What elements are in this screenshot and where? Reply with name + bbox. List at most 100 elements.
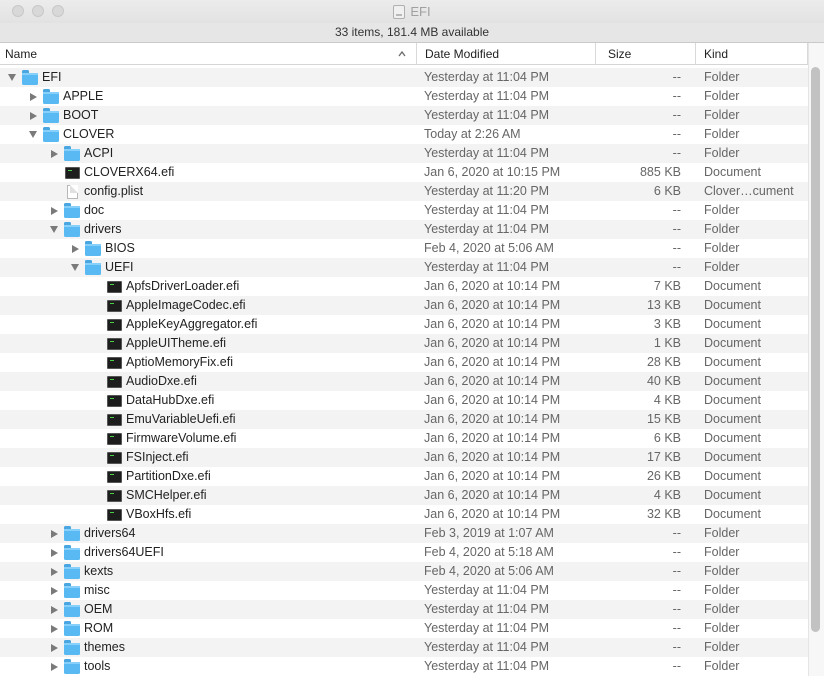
file-name: UEFI: [105, 260, 134, 274]
file-kind: Folder: [704, 583, 740, 597]
date-modified: Yesterday at 11:04 PM: [424, 203, 550, 217]
date-modified: Yesterday at 11:04 PM: [424, 89, 550, 103]
disclosure-collapsed-icon[interactable]: [48, 638, 60, 657]
disclosure-collapsed-icon[interactable]: [48, 619, 60, 638]
disclosure-expanded-icon[interactable]: [69, 258, 81, 277]
file-row[interactable]: CLOVER Today at 2:26 AM -- Folder: [0, 125, 808, 144]
file-row[interactable]: AppleKeyAggregator.efi Jan 6, 2020 at 10:…: [0, 315, 808, 334]
file-kind: Document: [704, 336, 761, 350]
zoom-window-button[interactable]: [52, 5, 64, 17]
column-header-date[interactable]: Date Modified: [417, 43, 596, 65]
file-row[interactable]: SMCHelper.efi Jan 6, 2020 at 10:14 PM 4 KB…: [0, 486, 808, 505]
disclosure-collapsed-icon[interactable]: [48, 144, 60, 163]
executable-file-icon: [106, 429, 122, 448]
file-size: 1 KB: [653, 336, 681, 350]
file-row[interactable]: ApfsDriverLoader.efi Jan 6, 2020 at 10:14…: [0, 277, 808, 296]
file-row[interactable]: BOOT Yesterday at 11:04 PM -- Folder: [0, 106, 808, 125]
date-modified: Yesterday at 11:04 PM: [424, 260, 550, 274]
file-row[interactable]: drivers64UEFI Feb 4, 2020 at 5:18 AM -- Fol…: [0, 543, 808, 562]
file-name-cell: EmuVariableUefi.efi: [0, 410, 236, 429]
file-name: CLOVER: [63, 127, 115, 141]
file-name-cell: kexts: [0, 562, 113, 581]
file-row[interactable]: drivers64 Feb 3, 2019 at 1:07 AM -- Folder: [0, 524, 808, 543]
file-kind: Folder: [704, 260, 740, 274]
executable-file-icon-glyph: [106, 375, 122, 388]
file-row[interactable]: drivers Yesterday at 11:04 PM -- Folder: [0, 220, 808, 239]
triangle-right-icon: [50, 149, 58, 158]
file-kind: Document: [704, 469, 761, 483]
disclosure-collapsed-icon[interactable]: [48, 581, 60, 600]
disclosure-collapsed-icon[interactable]: [48, 600, 60, 619]
scrollbar-thumb[interactable]: [811, 67, 820, 632]
file-row[interactable]: ROM Yesterday at 11:04 PM -- Folder: [0, 619, 808, 638]
executable-file-icon: [106, 505, 122, 524]
triangle-right-icon: [50, 548, 58, 557]
folder-icon: [85, 239, 101, 258]
file-row[interactable]: AppleImageCodec.efi Jan 6, 2020 at 10:14 …: [0, 296, 808, 315]
date-modified: Yesterday at 11:04 PM: [424, 640, 550, 654]
disclosure-expanded-icon[interactable]: [27, 125, 39, 144]
file-row[interactable]: UEFI Yesterday at 11:04 PM -- Folder: [0, 258, 808, 277]
file-kind: Folder: [704, 70, 740, 84]
column-header-kind[interactable]: Kind: [696, 43, 808, 65]
file-row[interactable]: APPLE Yesterday at 11:04 PM -- Folder: [0, 87, 808, 106]
disclosure-collapsed-icon[interactable]: [27, 106, 39, 125]
executable-file-icon-glyph: [106, 489, 122, 502]
file-size: --: [672, 640, 681, 654]
file-row[interactable]: FirmwareVolume.efi Jan 6, 2020 at 10:14 P…: [0, 429, 808, 448]
folder-icon-glyph: [22, 70, 38, 85]
file-row[interactable]: PartitionDxe.efi Jan 6, 2020 at 10:14 PM 2…: [0, 467, 808, 486]
disclosure-collapsed-icon[interactable]: [69, 239, 81, 258]
disclosure-expanded-icon[interactable]: [48, 220, 60, 239]
disclosure-collapsed-icon[interactable]: [48, 201, 60, 220]
file-name-cell: config.plist: [0, 182, 143, 201]
file-name: AudioDxe.efi: [126, 374, 197, 388]
file-row[interactable]: EFI Yesterday at 11:04 PM -- Folder: [0, 68, 808, 87]
minimize-window-button[interactable]: [32, 5, 44, 17]
triangle-right-icon: [50, 586, 58, 595]
file-row[interactable]: AptioMemoryFix.efi Jan 6, 2020 at 10:14 P…: [0, 353, 808, 372]
column-header-name[interactable]: Name: [0, 43, 417, 65]
file-row[interactable]: DataHubDxe.efi Jan 6, 2020 at 10:14 PM 4 K…: [0, 391, 808, 410]
file-name: AppleImageCodec.efi: [126, 298, 246, 312]
disclosure-collapsed-icon[interactable]: [48, 543, 60, 562]
file-row[interactable]: AppleUITheme.efi Jan 6, 2020 at 10:14 PM 1…: [0, 334, 808, 353]
date-modified: Jan 6, 2020 at 10:14 PM: [424, 298, 561, 312]
file-row[interactable]: themes Yesterday at 11:04 PM -- Folder: [0, 638, 808, 657]
close-window-button[interactable]: [12, 5, 24, 17]
file-row[interactable]: AudioDxe.efi Jan 6, 2020 at 10:14 PM 40 KB…: [0, 372, 808, 391]
disclosure-collapsed-icon[interactable]: [27, 87, 39, 106]
file-name-cell: SMCHelper.efi: [0, 486, 207, 505]
folder-icon: [64, 638, 80, 657]
file-row[interactable]: config.plist Yesterday at 11:20 PM 6 KB Clo…: [0, 182, 808, 201]
file-row[interactable]: tools Yesterday at 11:04 PM -- Folder: [0, 657, 808, 676]
column-header-size[interactable]: Size: [596, 43, 696, 65]
file-row[interactable]: VBoxHfs.efi Jan 6, 2020 at 10:14 PM 32 KB D…: [0, 505, 808, 524]
file-row[interactable]: misc Yesterday at 11:04 PM -- Folder: [0, 581, 808, 600]
file-kind: Folder: [704, 241, 740, 255]
file-row[interactable]: FSInject.efi Jan 6, 2020 at 10:14 PM 17 KB…: [0, 448, 808, 467]
file-row[interactable]: BIOS Feb 4, 2020 at 5:06 AM -- Folder: [0, 239, 808, 258]
triangle-down-icon: [29, 131, 37, 138]
date-modified: Jan 6, 2020 at 10:14 PM: [424, 469, 561, 483]
date-modified: Jan 6, 2020 at 10:14 PM: [424, 450, 561, 464]
file-name: drivers64: [84, 526, 136, 540]
disclosure-collapsed-icon[interactable]: [48, 562, 60, 581]
file-row[interactable]: kexts Feb 4, 2020 at 5:06 AM -- Folder: [0, 562, 808, 581]
file-row[interactable]: OEM Yesterday at 11:04 PM -- Folder: [0, 600, 808, 619]
file-row[interactable]: ACPI Yesterday at 11:04 PM -- Folder: [0, 144, 808, 163]
file-size: 32 KB: [646, 507, 681, 521]
file-row[interactable]: CLOVERX64.efi Jan 6, 2020 at 10:15 PM 885 …: [0, 163, 808, 182]
file-row[interactable]: EmuVariableUefi.efi Jan 6, 2020 at 10:14 …: [0, 410, 808, 429]
file-name-cell: PartitionDxe.efi: [0, 467, 211, 486]
disclosure-collapsed-icon[interactable]: [48, 657, 60, 676]
title-bar[interactable]: EFI: [0, 0, 824, 23]
file-name: drivers: [84, 222, 122, 236]
file-name-cell: ApfsDriverLoader.efi: [0, 277, 239, 296]
disclosure-collapsed-icon[interactable]: [48, 524, 60, 543]
disclosure-expanded-icon[interactable]: [6, 68, 18, 87]
file-row[interactable]: doc Yesterday at 11:04 PM -- Folder: [0, 201, 808, 220]
file-size: --: [672, 70, 681, 84]
